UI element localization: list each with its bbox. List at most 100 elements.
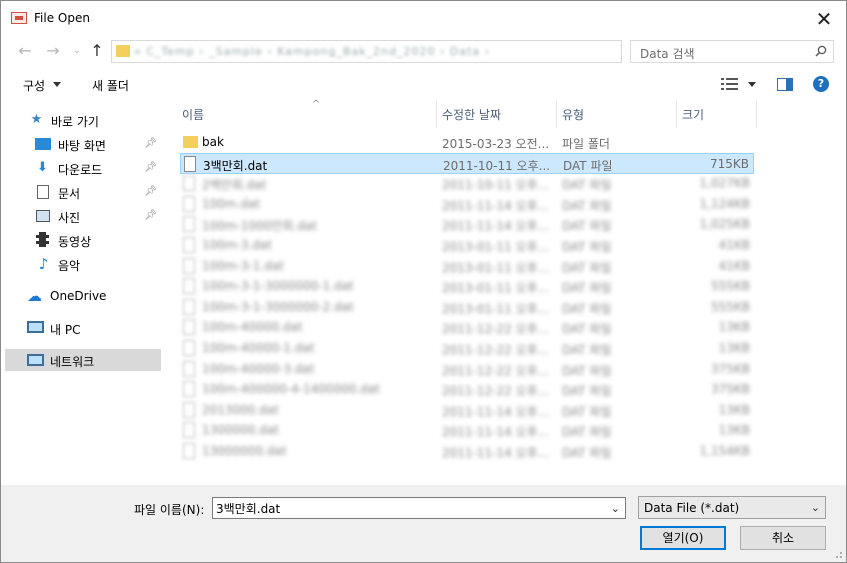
file-name-cell: 13000000.dat (202, 444, 287, 458)
arrow-up-icon: ↑ (90, 41, 104, 60)
pin-icon[interactable]: 📌︎ (144, 162, 157, 173)
file-type-cell: DAT 파일 (562, 219, 612, 234)
search-box[interactable]: Data 검색 (630, 40, 834, 63)
sort-ascending-icon: ^ (312, 99, 321, 110)
column-divider[interactable] (756, 101, 757, 127)
table-row[interactable]: 100m.dat 2011-11-14 오후... DAT 파일 1,124KB (180, 194, 754, 215)
resize-grip-icon[interactable] (833, 549, 843, 559)
chevron-down-icon: ⌄ (810, 501, 820, 514)
file-date-cell: 2013-01-11 오후... (442, 240, 550, 254)
sidebar-item-network[interactable]: 네트워크 (5, 349, 161, 371)
sidebar-item-videos[interactable]: 동영상 (5, 229, 161, 251)
back-button[interactable]: ← (15, 41, 35, 61)
table-row[interactable]: 100m-3-1-3000000-2.dat 2013-01-11 오후... DA… (180, 297, 754, 318)
file-type-cell: DAT 파일 (562, 446, 612, 460)
file-icon (183, 422, 195, 439)
file-name-cell: 100m-3.dat (202, 238, 273, 252)
file-size-cell: 13KB (718, 320, 750, 335)
close-button[interactable]: ✕ (814, 9, 834, 29)
file-type-cell: DAT 파일 (562, 281, 612, 296)
table-row[interactable]: 100m-40000.dat 2011-12-22 오후... DAT 파일 13KB (180, 317, 754, 338)
file-name-cell: 100m.dat (202, 196, 261, 211)
table-row[interactable]: 100m-3.dat 2013-01-11 오후... DAT 파일 41KB (180, 235, 754, 256)
file-type-cell: DAT 파일 (562, 384, 612, 399)
video-icon (36, 232, 49, 247)
open-button[interactable]: 열기(O) (640, 526, 726, 550)
file-type-cell: DAT 파일 (562, 198, 612, 213)
column-header-name[interactable]: 이름 ^ (176, 99, 436, 127)
music-icon: ♪ (38, 255, 49, 273)
file-type-cell: DAT 파일 (562, 404, 612, 419)
table-row[interactable]: 100m-40000-3.dat 2011-12-22 오후... DAT 파일 37… (180, 359, 754, 380)
table-row[interactable]: 100m-40000-1.dat 2011-12-22 오후... DAT 파일 13… (180, 338, 754, 359)
file-date-cell: 2013-01-11 오후... (442, 281, 550, 296)
file-size-cell: 41KB (718, 258, 750, 273)
file-name-cell: 100m-40000-1.dat (202, 341, 315, 355)
table-row[interactable]: 2013000.dat 2011-11-14 오후... DAT 파일 13KB (180, 400, 754, 421)
caret-down-icon[interactable] (748, 82, 756, 87)
search-icon (815, 45, 827, 57)
sidebar-item-desktop[interactable]: 바탕 화면 📌︎ (5, 133, 161, 155)
file-type-select[interactable]: Data File (*.dat) ⌄ (638, 496, 826, 519)
new-folder-button[interactable]: 새 폴더 (92, 77, 129, 94)
file-icon (183, 216, 195, 233)
address-bar[interactable]: « C_Temp › _Sample › Kampong_Bak_2nd_202… (111, 40, 722, 63)
pin-icon[interactable]: 📌︎ (144, 138, 157, 149)
sidebar-item-label: 음악 (58, 259, 81, 273)
file-type-cell: DAT 파일 (562, 260, 612, 275)
table-row[interactable]: 100m-3-1.dat 2013-01-11 오후... DAT 파일 41KB (180, 256, 754, 277)
file-name-cell: bak (202, 135, 224, 149)
chevron-down-icon[interactable]: ⌄ (611, 502, 620, 515)
table-row[interactable]: 13000000.dat 2011-11-14 오후... DAT 파일 1,154K… (180, 441, 754, 462)
column-header-type[interactable]: 유형 (556, 101, 676, 127)
table-row[interactable]: 3백만회.dat 2011-10-11 오후... DAT 파일 715KB (180, 152, 754, 174)
sidebar-item-quick-access[interactable]: ★ 바로 가기 (5, 109, 161, 131)
sidebar-item-downloads[interactable]: ⬇ 다운로드 📌︎ (5, 157, 161, 179)
filename-label: 파일 이름(N): (134, 503, 205, 517)
file-name-cell: 100m-40000-3.dat (202, 361, 315, 376)
column-header-date[interactable]: 수정한 날짜 (436, 101, 556, 127)
file-size-cell: 41KB (718, 238, 750, 252)
file-date-cell: 2011-11-14 오후... (442, 425, 550, 440)
file-type-cell: DAT 파일 (563, 158, 613, 173)
sidebar-item-label: 바탕 화면 (58, 139, 106, 153)
file-type-value: Data File (*.dat) (644, 501, 740, 515)
file-size-cell: 1,025KB (699, 217, 750, 232)
table-row[interactable]: 2백만회.dat 2011-10-11 오후... DAT 파일 1,027KB (180, 173, 754, 194)
table-row[interactable]: 1300000.dat 2011-11-14 오후... DAT 파일 13KB (180, 420, 754, 441)
file-date-cell: 2011-12-22 오후... (442, 384, 550, 399)
file-icon (183, 278, 195, 295)
file-icon (183, 340, 195, 356)
sidebar-item-music[interactable]: ♪ 음악 (5, 253, 161, 275)
sidebar-item-onedrive[interactable]: ☁ OneDrive (5, 285, 161, 307)
pin-icon[interactable]: 📌︎ (144, 186, 157, 197)
network-icon (27, 354, 44, 366)
file-size-cell: 555KB (710, 299, 750, 314)
table-row[interactable]: 100m-400000-4-1400000.dat 2011-12-22 오후..… (180, 379, 754, 400)
help-icon[interactable]: ? (813, 76, 829, 92)
pin-icon[interactable]: 📌︎ (144, 210, 157, 221)
table-row[interactable]: bak 2015-03-23 오전... 파일 폴더 (180, 132, 754, 153)
view-options-icon[interactable] (721, 78, 739, 90)
sidebar-item-pictures[interactable]: 사진 📌︎ (5, 205, 161, 227)
sidebar-item-this-pc[interactable]: 내 PC (5, 317, 161, 339)
column-header-label: 이름 (182, 108, 205, 122)
organize-menu[interactable]: 구성 (23, 77, 45, 94)
command-toolbar: 구성 새 폴더 ? (1, 69, 846, 99)
file-icon (183, 381, 195, 398)
table-row[interactable]: 100m-3-1-3000000-1.dat 2013-01-11 오후... DA… (180, 276, 754, 297)
file-icon (183, 237, 195, 253)
forward-button[interactable]: → (43, 41, 63, 61)
column-header-size[interactable]: 크기 (676, 101, 756, 127)
cancel-button[interactable]: 취소 (740, 526, 826, 550)
up-button[interactable]: ↑ (87, 41, 107, 61)
sidebar-item-documents[interactable]: 문서 📌︎ (5, 181, 161, 203)
recent-locations-button[interactable]: ⌄ (67, 41, 87, 61)
filename-combobox[interactable]: ⌄ (212, 497, 626, 519)
title-bar: File Open ✕ (1, 1, 846, 37)
filename-input[interactable] (216, 500, 606, 516)
preview-pane-icon[interactable] (777, 78, 793, 91)
file-name-cell: 3백만회.dat (203, 158, 268, 173)
table-row[interactable]: 100m-1000만회.dat 2011-11-14 오후... DAT 파일 1,0… (180, 214, 754, 235)
folder-icon (183, 136, 198, 148)
